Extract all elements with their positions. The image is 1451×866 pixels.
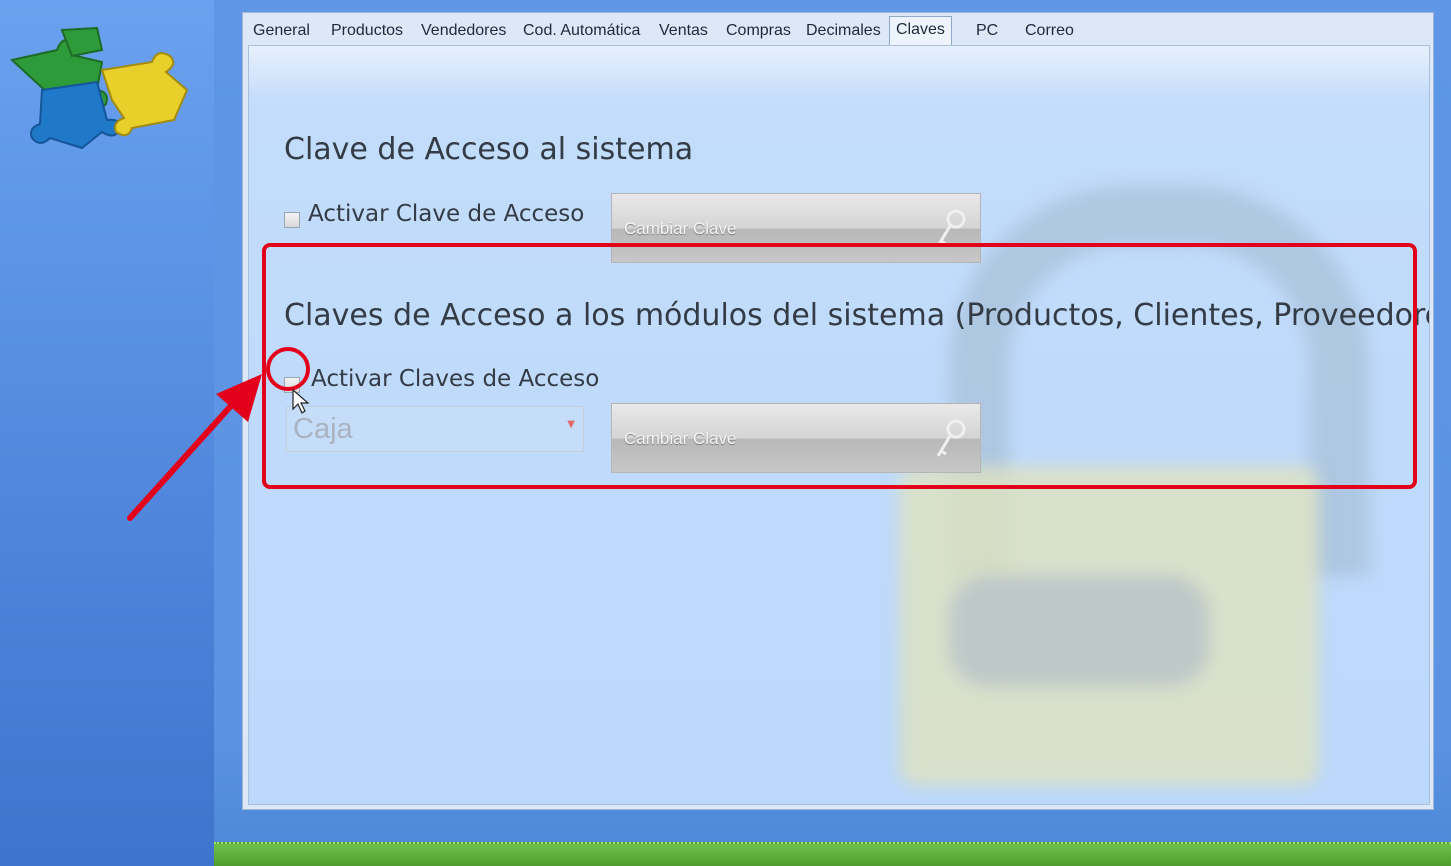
tab-compras[interactable]: Compras bbox=[726, 22, 791, 40]
tab-cod-automatica[interactable]: Cod. Automática bbox=[523, 22, 640, 40]
tab-strip: General Productos Vendedores Cod. Automá… bbox=[243, 13, 1433, 46]
tab-pc[interactable]: PC bbox=[976, 22, 998, 40]
tab-vendedores[interactable]: Vendedores bbox=[421, 22, 506, 40]
content-header-band bbox=[249, 46, 1429, 86]
tab-productos[interactable]: Productos bbox=[331, 22, 403, 40]
button-label: Cambiar Clave bbox=[624, 219, 737, 238]
padlock-plate-graphic bbox=[949, 576, 1209, 686]
puzzle-logo-icon bbox=[9, 26, 189, 150]
mouse-cursor-icon bbox=[292, 389, 310, 414]
tab-correo[interactable]: Correo bbox=[1025, 22, 1074, 40]
tab-claves[interactable]: Claves bbox=[889, 16, 952, 46]
grass-strip bbox=[214, 842, 1451, 866]
tab-general[interactable]: General bbox=[253, 22, 310, 40]
annotation-arrow-icon bbox=[127, 374, 262, 521]
activate-system-password-checkbox[interactable] bbox=[284, 212, 300, 228]
section-title-system: Clave de Acceso al sistema bbox=[284, 132, 694, 167]
highlight-box bbox=[262, 243, 1417, 489]
tab-ventas[interactable]: Ventas bbox=[659, 22, 708, 40]
activate-system-password-label[interactable]: Activar Clave de Acceso bbox=[308, 201, 584, 227]
tab-decimales[interactable]: Decimales bbox=[806, 22, 881, 40]
